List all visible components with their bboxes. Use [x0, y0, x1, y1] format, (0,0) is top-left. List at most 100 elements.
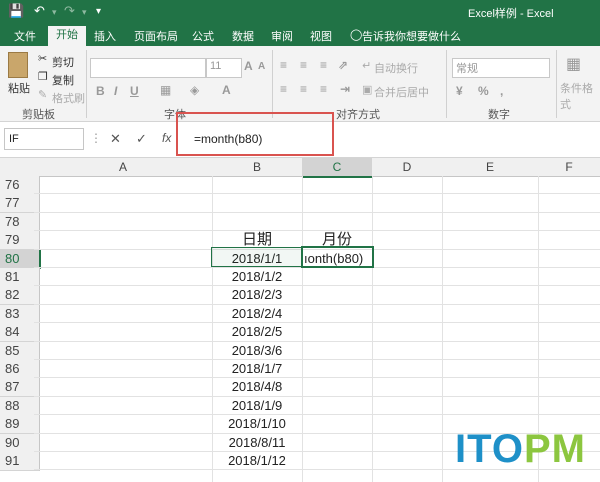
paste-button[interactable]: 粘贴 [8, 80, 30, 96]
cell-c[interactable] [302, 268, 372, 286]
number-format-box[interactable]: 常规 [452, 58, 550, 78]
cell-b[interactable]: 2018/1/9 [212, 397, 302, 415]
cell-b[interactable]: 2018/1/7 [212, 360, 302, 378]
tab-data[interactable]: 数据 [232, 28, 254, 44]
cell-c[interactable] [302, 176, 372, 194]
fill-color-icon[interactable]: ◈ [190, 83, 199, 97]
font-color-icon[interactable]: A [222, 83, 231, 97]
cell-b[interactable]: 2018/1/2 [212, 268, 302, 286]
row-header[interactable]: 82 [0, 286, 40, 306]
merge-icon[interactable]: ▣ [362, 83, 372, 96]
row-header[interactable]: 86 [0, 360, 40, 379]
shrink-font-icon[interactable]: A [258, 61, 265, 72]
align-middle-icon[interactable]: ≡ [300, 58, 307, 72]
row-header[interactable]: 80 [0, 249, 41, 269]
comma-icon[interactable]: , [500, 84, 503, 98]
row-header[interactable]: 90 [0, 433, 40, 453]
cell-c[interactable] [302, 213, 372, 231]
copy-icon[interactable]: ❐ [38, 70, 48, 83]
cell-c[interactable] [302, 194, 372, 212]
customize-qat-icon[interactable]: ▾ [96, 6, 101, 17]
redo-dropdown-icon[interactable]: ▾ [82, 7, 87, 18]
select-all-corner[interactable] [0, 158, 35, 177]
tab-review[interactable]: 审阅 [271, 28, 293, 44]
font-size-box[interactable]: 11 [206, 58, 242, 78]
cell-c[interactable] [302, 452, 372, 470]
row-header[interactable]: 88 [0, 396, 40, 416]
function-icon[interactable]: fx [162, 131, 171, 145]
orientation-icon[interactable]: ⇗ [338, 58, 348, 72]
cell-b[interactable]: 2018/1/10 [212, 415, 302, 433]
cell-c[interactable] [302, 415, 372, 433]
align-center-icon[interactable]: ≡ [300, 82, 307, 96]
align-left-icon[interactable]: ≡ [280, 82, 287, 96]
cell-b[interactable]: 2018/2/3 [212, 286, 302, 304]
paste-icon[interactable] [8, 52, 28, 78]
currency-icon[interactable]: ¥ [456, 84, 463, 98]
column-header-e[interactable]: E [442, 158, 539, 177]
merge-center-button[interactable]: 合并后居中 [374, 84, 429, 100]
tab-home[interactable]: 开始 [48, 26, 86, 46]
row-header[interactable]: 78 [0, 212, 40, 232]
column-header-d[interactable]: D [372, 158, 443, 177]
column-header-b[interactable]: B [212, 158, 303, 177]
font-name-box[interactable] [90, 58, 206, 78]
cell-b[interactable] [212, 194, 302, 212]
scissors-icon[interactable]: ✂ [38, 52, 47, 65]
row-header[interactable]: 83 [0, 304, 40, 324]
cell-c[interactable] [302, 342, 372, 360]
save-icon[interactable]: 💾 [8, 3, 24, 19]
underline-button[interactable]: U [130, 84, 139, 98]
cell-b[interactable] [212, 176, 302, 194]
tab-page-layout[interactable]: 页面布局 [134, 28, 178, 44]
cut-button[interactable]: 剪切 [52, 54, 74, 70]
row-header[interactable]: 77 [0, 194, 40, 214]
name-box[interactable]: IF [4, 128, 84, 150]
conditional-format-button[interactable]: 条件格式 [560, 80, 600, 112]
cell-c[interactable] [302, 378, 372, 396]
cell-b[interactable]: 2018/4/8 [212, 378, 302, 396]
cell-c[interactable] [302, 323, 372, 341]
percent-icon[interactable]: % [478, 84, 489, 98]
tab-insert[interactable]: 插入 [94, 28, 116, 44]
cell-b[interactable]: 2018/2/5 [212, 323, 302, 341]
row-header[interactable]: 81 [0, 268, 40, 287]
tab-formulas[interactable]: 公式 [192, 28, 214, 44]
tab-file[interactable]: 文件 [14, 28, 36, 44]
cancel-icon[interactable]: ✕ [110, 131, 121, 147]
cell-b[interactable]: 2018/1/12 [212, 452, 302, 470]
align-bottom-icon[interactable]: ≡ [320, 58, 327, 72]
grow-font-icon[interactable]: A [244, 59, 253, 73]
undo-dropdown-icon[interactable]: ▾ [52, 7, 57, 18]
active-cell-c80[interactable] [301, 246, 374, 268]
tell-me-box[interactable]: 告诉我你想要做什么 [362, 28, 461, 44]
undo-icon[interactable]: ↶ [34, 3, 45, 19]
format-painter-button[interactable]: 格式刷 [52, 90, 85, 106]
cell-b[interactable]: 2018/3/6 [212, 342, 302, 360]
row-header[interactable]: 79 [0, 231, 40, 251]
bold-button[interactable]: B [96, 84, 105, 98]
cell-c[interactable] [302, 397, 372, 415]
row-header[interactable]: 84 [0, 323, 40, 343]
copy-button[interactable]: 复制 [52, 72, 74, 88]
align-right-icon[interactable]: ≡ [320, 82, 327, 96]
format-painter-icon[interactable]: ✎ [38, 88, 47, 101]
wrap-text-button[interactable]: 自动换行 [374, 60, 418, 76]
border-icon[interactable]: ▦ [160, 83, 171, 97]
cell-c[interactable] [302, 305, 372, 323]
cell-b[interactable]: 2018/2/4 [212, 305, 302, 323]
row-header[interactable]: 85 [0, 341, 40, 361]
conditional-format-icon[interactable]: ▦ [566, 54, 581, 74]
redo-icon[interactable]: ↷ [64, 3, 75, 19]
enter-icon[interactable]: ✓ [136, 131, 147, 147]
cell-b[interactable]: 2018/8/11 [212, 434, 302, 452]
cell-c[interactable] [302, 434, 372, 452]
cell-c[interactable] [302, 360, 372, 378]
cell-c[interactable] [302, 286, 372, 304]
tab-view[interactable]: 视图 [310, 28, 332, 44]
column-header-f[interactable]: F [538, 158, 600, 177]
row-header[interactable]: 76 [0, 176, 40, 195]
wrap-text-icon[interactable]: ↵ [362, 59, 371, 72]
column-header-a[interactable]: A [34, 158, 213, 177]
row-header[interactable]: 91 [0, 452, 40, 471]
